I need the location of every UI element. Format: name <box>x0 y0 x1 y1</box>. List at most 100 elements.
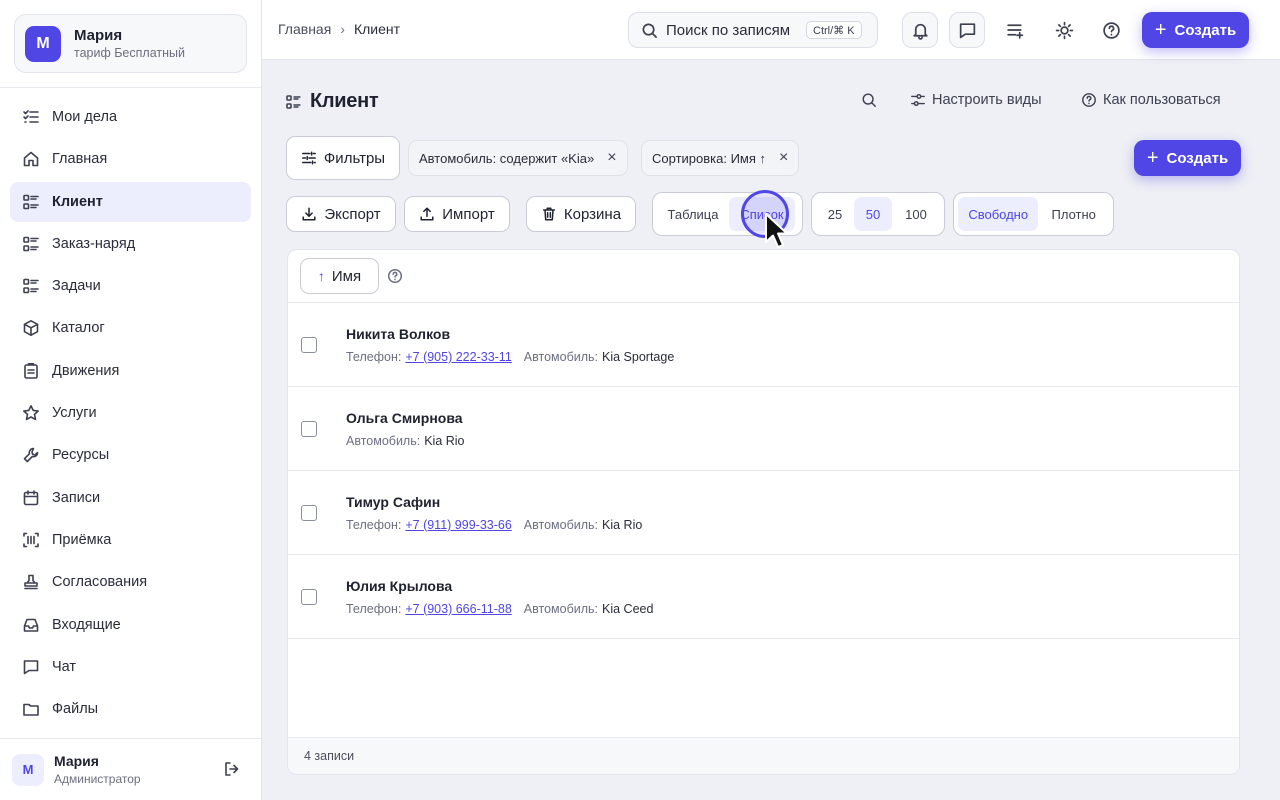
trash-button[interactable]: Корзина <box>526 196 636 232</box>
list-icon <box>286 94 301 109</box>
sidebar-item-resources[interactable]: Ресурсы <box>10 435 251 475</box>
sidebar-item-inbox[interactable]: Входящие <box>10 605 251 645</box>
help-icon <box>1082 93 1096 107</box>
row-checkbox[interactable] <box>301 421 317 437</box>
how-to-use-button[interactable]: Как пользоваться <box>1081 92 1221 108</box>
notifications-button[interactable] <box>902 12 938 48</box>
calendar-icon <box>22 489 40 507</box>
filter-chip-label: Сортировка: Имя ↑ <box>652 150 767 166</box>
queue-button[interactable] <box>997 12 1033 48</box>
folder-icon <box>22 700 40 718</box>
breadcrumb-home[interactable]: Главная <box>278 21 331 37</box>
export-button[interactable]: Экспорт <box>286 196 396 232</box>
filter-chip-car[interactable]: Автомобиль: содержит «Kia» × <box>408 140 628 176</box>
list-item[interactable]: Никита Волков Телефон: +7 (905) 222-33-1… <box>288 303 1239 387</box>
export-label: Экспорт <box>324 205 381 223</box>
sidebar-item-appointments[interactable]: Записи <box>10 478 251 518</box>
sidebar-item-services[interactable]: Услуги <box>10 393 251 433</box>
messages-button[interactable] <box>949 12 985 48</box>
playlist-add-icon <box>1006 23 1023 39</box>
search-input[interactable] <box>666 21 800 39</box>
search-shortcut: Ctrl/⌘ K <box>806 21 862 39</box>
view-option-table[interactable]: Таблица <box>657 197 729 231</box>
filters-label: Фильтры <box>323 149 386 167</box>
page-search-button[interactable] <box>861 92 877 108</box>
record-meta: Автомобиль: Kia Rio <box>346 434 465 448</box>
list-item[interactable]: Тимур Сафин Телефон: +7 (911) 999-33-66 … <box>288 471 1239 555</box>
sidebar-item-label: Приёмка <box>52 531 112 548</box>
how-to-use-label: Как пользоваться <box>1103 92 1221 108</box>
configure-views-button[interactable]: Настроить виды <box>910 92 1042 108</box>
phone-link[interactable]: +7 (903) 666-11-88 <box>405 602 511 616</box>
sidebar-item-client[interactable]: Клиент <box>10 181 251 222</box>
car-value: Kia Ceed <box>602 602 654 616</box>
sidebar-item-chat[interactable]: Чат <box>10 647 251 687</box>
sidebar-item-work-order[interactable]: Заказ-наряд <box>10 224 251 264</box>
sidebar-item-reception[interactable]: Приёмка <box>10 520 251 560</box>
page-size-25[interactable]: 25 <box>816 197 854 231</box>
row-checkbox[interactable] <box>301 505 317 521</box>
sidebar-item-label: Главная <box>52 151 108 168</box>
create-button[interactable]: + Создать <box>1142 12 1249 48</box>
record-name[interactable]: Никита Волков <box>346 326 450 342</box>
sidebar-item-catalog[interactable]: Каталог <box>10 308 251 348</box>
close-icon[interactable]: × <box>779 149 788 167</box>
phone-link[interactable]: +7 (911) 999-33-66 <box>405 518 511 532</box>
filters-button[interactable]: Фильтры <box>286 136 400 180</box>
density-option-dense[interactable]: Плотно <box>1038 197 1109 231</box>
account-name: Мария <box>74 27 123 44</box>
sidebar-item-label: Мои дела <box>52 109 118 125</box>
download-icon <box>302 207 316 221</box>
account-avatar: М <box>25 25 61 62</box>
help-icon[interactable] <box>387 268 403 284</box>
sidebar-item-movements[interactable]: Движения <box>10 351 251 391</box>
record-name[interactable]: Тимур Сафин <box>346 494 440 510</box>
list-item[interactable]: Ольга Смирнова Автомобиль: Kia Rio <box>288 387 1239 471</box>
import-button[interactable]: Импорт <box>404 196 510 232</box>
sidebar-item-approvals[interactable]: Согласования <box>10 562 251 602</box>
list-item[interactable]: Юлия Крылова Телефон: +7 (903) 666-11-88… <box>288 555 1239 639</box>
record-meta: Телефон: +7 (903) 666-11-88 Автомобиль: … <box>346 602 653 616</box>
page-header: Клиент <box>286 90 379 113</box>
filter-chip-sort[interactable]: Сортировка: Имя ↑ × <box>641 140 800 176</box>
sidebar-item-tasks[interactable]: Задачи <box>10 266 251 306</box>
help-button[interactable] <box>1093 12 1129 48</box>
theme-toggle[interactable] <box>1046 12 1082 48</box>
phone-link[interactable]: +7 (905) 222-33-11 <box>405 350 511 364</box>
phone-label: Телефон: <box>346 350 402 364</box>
global-search[interactable]: Ctrl/⌘ K <box>628 12 878 48</box>
account-plan: тариф Бесплатный <box>74 46 185 60</box>
configure-views-label: Настроить виды <box>932 92 1042 108</box>
sidebar-item-label: Входящие <box>52 616 121 633</box>
sidebar-item-label: Ресурсы <box>52 447 110 464</box>
trash-label: Корзина <box>563 205 622 223</box>
breadcrumb-current: Клиент <box>353 21 401 37</box>
sidebar-item-files[interactable]: Файлы <box>10 689 251 729</box>
box-icon <box>22 319 40 337</box>
scan-icon <box>22 531 40 549</box>
sidebar-item-label: Движения <box>52 362 120 379</box>
row-checkbox[interactable] <box>301 589 317 605</box>
page-size-50[interactable]: 50 <box>854 197 892 231</box>
page-title: Клиент <box>310 90 379 112</box>
sidebar-item-home[interactable]: Главная <box>10 139 251 179</box>
sidebar-item-my-tasks[interactable]: Мои дела <box>10 97 251 137</box>
page-size-100[interactable]: 100 <box>892 197 940 231</box>
user-name: Мария <box>54 753 99 769</box>
filter-sliders-icon <box>301 151 316 165</box>
sidebar-divider <box>0 87 261 88</box>
density-option-loose[interactable]: Свободно <box>958 197 1039 231</box>
create-record-button[interactable]: + Создать <box>1134 140 1241 176</box>
record-name[interactable]: Юлия Крылова <box>346 578 452 594</box>
sort-button[interactable]: ↑ Имя <box>300 258 379 294</box>
record-meta: Телефон: +7 (905) 222-33-11 Автомобиль: … <box>346 350 674 364</box>
close-icon[interactable]: × <box>607 149 616 167</box>
chat-icon <box>22 658 40 676</box>
list-icon <box>22 235 40 253</box>
row-checkbox[interactable] <box>301 337 317 353</box>
record-name[interactable]: Ольга Смирнова <box>346 410 463 426</box>
account-switcher[interactable]: М Мария тариф Бесплатный <box>14 14 247 73</box>
records-count: 4 записи <box>288 737 1239 774</box>
sun-icon <box>1055 21 1073 39</box>
logout-icon[interactable] <box>223 760 241 778</box>
